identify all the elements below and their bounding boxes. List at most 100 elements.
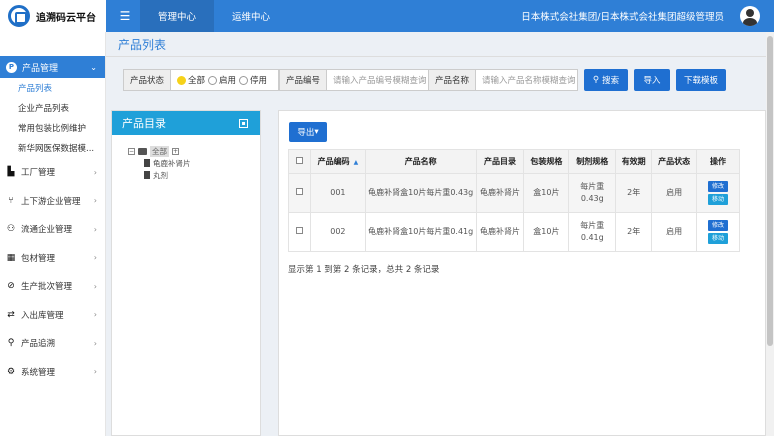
status-radio-group: 全部 启用 停用 — [171, 69, 280, 91]
radio-label: 停用 — [250, 76, 268, 86]
sidebar-group-product[interactable]: P 产品管理 ⌄ — [0, 56, 105, 78]
table-panel: 导出 ▾ 产品编码 ▲ 产品名称 产品目录 包装规格 制剂规格 有效期 产品状态 操… — [278, 110, 766, 436]
table-header-row: 产品编码 ▲ 产品名称 产品目录 包装规格 制剂规格 有效期 产品状态 操作 — [288, 149, 740, 174]
sidebar-item-packaging[interactable]: ▦ 包材管理 › — [0, 244, 105, 273]
table-row: 002 龟鹿补肾盒10片每片重0.41g 龟鹿补肾片 盒10片 每片重0.41g… — [288, 212, 740, 252]
catalog-title: 产品目录 — [122, 117, 166, 130]
app-title: 追溯码云平台 — [36, 12, 96, 24]
chevron-right-icon: › — [93, 196, 97, 206]
row-checkbox[interactable] — [295, 188, 303, 195]
sidebar-item-pack-ratio[interactable]: 常用包装比例维护 — [0, 118, 105, 138]
sidebar-item-label: 包材管理 — [21, 253, 56, 264]
factory-icon: ▙ — [7, 167, 15, 178]
sidebar-item-label: 产品追溯 — [21, 339, 56, 350]
scrollbar-thumb[interactable] — [767, 36, 773, 346]
sidebar-item-label: 生产批次管理 — [21, 282, 73, 293]
status-radio-disabled[interactable]: 停用 — [239, 74, 267, 86]
chevron-down-icon: ⌄ — [90, 62, 97, 72]
status-filter: 产品状态 全部 启用 停用 — [123, 69, 280, 91]
network-icon: ⑂ — [8, 195, 14, 206]
radio-label: 启用 — [219, 76, 237, 86]
sidebar-item-distribution[interactable]: ⚇ 流通企业管理 › — [0, 215, 105, 244]
page-scrollbar[interactable] — [766, 32, 774, 436]
tree-toggle-icon[interactable]: − — [128, 147, 135, 155]
code-filter: 产品编号 请输入产品编号模糊查询 — [279, 69, 430, 91]
edit-button[interactable]: 修改 — [708, 220, 728, 231]
sidebar-item-xinhua-data[interactable]: 新华网医保数据模... — [0, 138, 105, 158]
row-select-cell — [288, 212, 311, 252]
chevron-right-icon: › — [93, 253, 97, 263]
tree-node-label: 龟鹿补肾片 — [153, 158, 191, 168]
brand[interactable]: 追溯码云平台 — [0, 0, 106, 32]
add-node-icon[interactable]: + — [172, 147, 179, 155]
sort-up-icon[interactable]: ▲ — [354, 159, 359, 166]
cell-catalog: 龟鹿补肾片 — [475, 173, 525, 213]
cell-name: 龟鹿补肾盒10片每片重0.43g — [364, 173, 477, 213]
sidebar-item-inventory[interactable]: ⇄ 入出库管理 › — [0, 301, 105, 330]
column-header-status: 产品状态 — [651, 149, 698, 174]
exchange-icon: ⇄ — [7, 309, 15, 320]
move-button[interactable]: 移动 — [708, 194, 728, 205]
chevron-right-icon: › — [93, 224, 97, 234]
status-radio-all[interactable]: 全部 — [177, 74, 205, 86]
sidebar-item-enterprise-products[interactable]: 企业产品列表 — [0, 98, 105, 118]
move-button[interactable]: 移动 — [708, 233, 728, 244]
search-button[interactable]: ⚲ 搜索 — [584, 69, 628, 91]
sidebar-item-system[interactable]: ⚙ 系统管理 › — [0, 358, 105, 387]
search-icon: ⚲ — [592, 75, 600, 85]
name-input[interactable]: 请输入产品名称模糊查询 — [476, 69, 579, 91]
tree-node-label: 丸剂 — [153, 170, 168, 180]
collapse-icon[interactable]: ▪ — [239, 118, 248, 128]
tree-node-root[interactable]: − 全部 + — [128, 145, 260, 157]
sidebar-item-batches[interactable]: ⊘ 生产批次管理 › — [0, 272, 105, 301]
logo-icon — [8, 5, 30, 27]
sidebar-item-product-list[interactable]: 产品列表 — [0, 78, 105, 98]
select-all-checkbox[interactable] — [295, 157, 303, 164]
export-button[interactable]: 导出 ▾ — [289, 122, 327, 142]
file-icon — [144, 159, 150, 167]
cell-pack: 盒10片 — [523, 173, 570, 213]
import-button[interactable]: 导入 — [634, 69, 670, 91]
cell-code: 002 — [309, 212, 366, 252]
tab-management-center[interactable]: 管理中心 — [140, 0, 215, 32]
tab-ops-center[interactable]: 运维中心 — [214, 0, 288, 32]
sidebar-item-trace[interactable]: ⚲ 产品追溯 › — [0, 329, 105, 358]
product-icon: P — [6, 61, 17, 73]
tree-node-child[interactable]: 丸剂 — [128, 169, 260, 181]
sidebar-item-label: 入出库管理 — [21, 310, 64, 321]
sidebar: P 产品管理 ⌄ 产品列表 企业产品列表 常用包装比例维护 新华网医保数据模..… — [0, 32, 106, 436]
folder-icon — [138, 147, 147, 155]
tree-node-child[interactable]: 龟鹿补肾片 — [128, 157, 260, 169]
sidebar-item-factory[interactable]: ▙ 工厂管理 › — [0, 158, 105, 187]
export-label: 导出 — [297, 128, 315, 138]
sidebar-item-supply-chain[interactable]: ⑂ 上下游企业管理 › — [0, 187, 105, 216]
status-radio-enabled[interactable]: 启用 — [208, 74, 236, 86]
edit-button[interactable]: 修改 — [708, 181, 728, 192]
select-all-cell — [288, 149, 311, 174]
user-name[interactable]: 日本株式会社集团/日本株式会社集团超级管理员 — [521, 0, 724, 32]
download-template-button[interactable]: 下载模板 — [676, 69, 726, 91]
code-input[interactable]: 请输入产品编号模糊查询 — [327, 69, 430, 91]
page-title: 产品列表 — [118, 38, 167, 52]
catalog-panel: 产品目录 ▪ − 全部 + 龟鹿补肾片 丸剂 — [111, 110, 261, 436]
radio-dot — [208, 75, 218, 85]
row-actions: 修改 移动 — [697, 220, 739, 244]
column-header-spec: 制剂规格 — [568, 149, 617, 174]
avatar[interactable] — [740, 6, 760, 26]
product-table: 产品编码 ▲ 产品名称 产品目录 包装规格 制剂规格 有效期 产品状态 操作 00… — [288, 149, 740, 252]
sidebar-item-label: 工厂管理 — [21, 168, 56, 179]
gear-icon: ⚙ — [6, 366, 16, 377]
status-label: 产品状态 — [123, 69, 172, 91]
radio-dot — [239, 75, 249, 85]
table-summary: 显示第 1 到第 2 条记录，总共 2 条记录 — [288, 265, 440, 275]
column-header-catalog: 产品目录 — [475, 149, 525, 174]
column-header-code[interactable]: 产品编码 ▲ — [309, 149, 366, 174]
caret-down-icon: ▾ — [314, 127, 319, 137]
users-icon: ⚇ — [6, 224, 16, 235]
hamburger-icon[interactable]: ☰ — [110, 0, 140, 32]
cell-name: 龟鹿补肾盒10片每片重0.41g — [364, 212, 477, 252]
column-header-actions: 操作 — [696, 149, 740, 174]
sidebar-item-label: 流通企业管理 — [21, 225, 73, 236]
row-checkbox[interactable] — [295, 227, 303, 234]
chevron-right-icon: › — [93, 367, 97, 377]
